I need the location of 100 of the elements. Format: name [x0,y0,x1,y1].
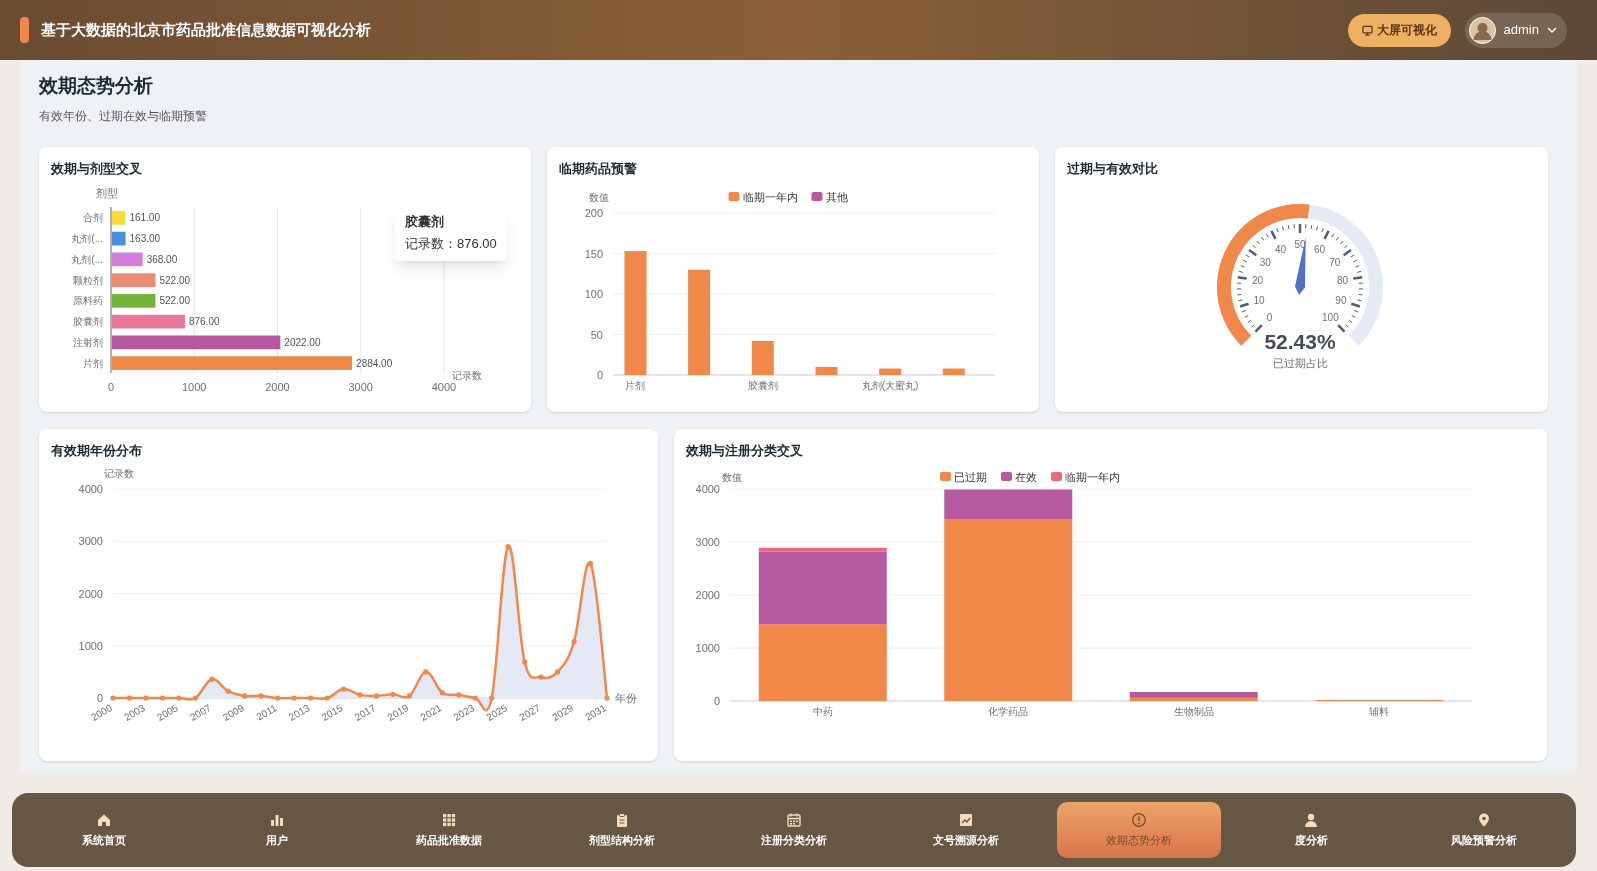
data-point [555,668,561,674]
axis-label: 1000 [78,639,103,652]
axis-label: 2009 [220,701,246,723]
value-label: 522.00 [159,274,191,286]
data-point [291,694,297,701]
axis-label: 4000 [78,482,103,495]
person-icon [1303,811,1320,828]
axis-title: 剂型 [96,186,118,199]
legend-label: 临期一年内 [1065,470,1120,483]
nav-tab[interactable]: 剂型结构分析 [539,802,704,858]
nav-tab[interactable]: 药品批准数据 [366,802,532,858]
data-point [126,694,133,701]
data-point [110,694,116,701]
axis-label: 0 [596,368,603,381]
gauge-value: 52.43% [1264,329,1336,353]
axis-label: 1000 [182,380,207,393]
monitor-icon [1361,24,1373,36]
axis-label: 2000 [89,701,114,723]
axis-label: 4000 [695,482,720,495]
data-point [357,691,363,697]
bar [751,340,774,375]
data-point [505,543,511,549]
axis-label: 2013 [286,701,312,723]
axis-label: 0 [713,694,720,707]
data-point [522,658,528,665]
axis-label: 2029 [550,701,576,723]
axis-label: 原料药 [73,294,103,306]
axis-label: 片剂 [83,357,103,369]
gauge-tick-label: 90 [1335,294,1347,306]
axis-label: 2005 [155,701,180,723]
axis-label: 颗粒剂 [73,274,103,286]
axis-label: 丸剂(... [71,232,103,244]
nav-tab[interactable]: 度分析 [1229,802,1394,858]
data-point [571,638,577,644]
axis-label: 100 [584,287,603,300]
axis-label: 2015 [319,701,345,723]
legend-label: 在效 [1015,470,1037,483]
value-label: 2884.00 [356,357,393,369]
axis-label: 2011 [254,701,279,722]
axis-label: 生物制品 [1173,705,1214,717]
axis-label: 0 [107,380,115,393]
data-point [390,691,396,697]
axis-label: 1000 [695,641,720,654]
card-title: 临期药品预警 [559,159,637,178]
gauge-needle [1295,236,1306,295]
axis-label: 2023 [451,701,477,723]
avatar [1468,16,1496,44]
calendar-icon [785,811,802,828]
gauge-tick-label: 40 [1274,243,1287,255]
gauge-tick-label: 80 [1336,274,1349,286]
axis-label: 丸剂(... [71,253,103,265]
data-point [225,688,231,694]
data-point [242,692,248,698]
axis-label: 2000 [78,587,103,599]
title-marker [20,17,29,43]
card-title: 过期与有效对比 [1067,159,1158,178]
axis-label: 2003 [122,701,147,723]
axis-label: 辅料 [1369,705,1390,717]
data-point [258,692,264,698]
data-point [324,694,330,701]
nav-tab[interactable]: 风险预警分析 [1401,802,1566,858]
nav-tab[interactable]: 用户 [194,802,359,858]
axis-label: 2021 [418,701,444,723]
gauge-label: 已过期占比 [1272,356,1328,369]
axis-label: 化学药品 [988,705,1029,717]
data-point [373,692,380,698]
axis-label: 200 [584,206,603,219]
bar [942,368,965,375]
user-menu[interactable]: admin [1464,12,1567,48]
nav-tab[interactable]: 文号溯源分析 [884,802,1049,858]
big-screen-button[interactable]: 大屏可视化 [1347,13,1451,47]
axis-title: 年份 [615,691,637,704]
axis-label: 2000 [265,380,290,393]
data-point [192,694,198,701]
axis-label: 4000 [431,380,457,393]
value-label: 2022.00 [284,336,321,348]
line-chart-icon [958,811,975,828]
axis-label: 片剂 [625,379,646,391]
gauge-tick-label: 20 [1251,274,1264,286]
axis-title: 数值 [722,471,742,483]
axis-label: 50 [590,328,603,340]
tooltip-value: 记录数：876.00 [405,235,497,253]
card-title: 效期与注册分类交叉 [686,441,803,460]
axis-label: 3000 [348,380,373,393]
data-point [423,668,429,674]
axis-label: 2019 [385,701,411,723]
axis-label: 2007 [188,701,213,723]
value-label: 522.00 [159,294,191,306]
nav-tab[interactable]: 系统首页 [22,802,187,858]
axis-title: 数值 [589,191,609,203]
gauge-tick-label: 70 [1329,256,1341,268]
chevron-down-icon [1547,26,1557,34]
value-label: 163.00 [129,232,161,244]
bar [815,366,838,375]
nav-tab[interactable]: 注册分类分析 [711,802,877,858]
data-point [159,694,165,701]
axis-label: 胶囊剂 [747,379,778,391]
legend-label: 其他 [825,190,848,203]
axis-label: 0 [96,691,103,704]
page-subtitle: 有效年份、过期在效与临期预警 [39,107,208,125]
